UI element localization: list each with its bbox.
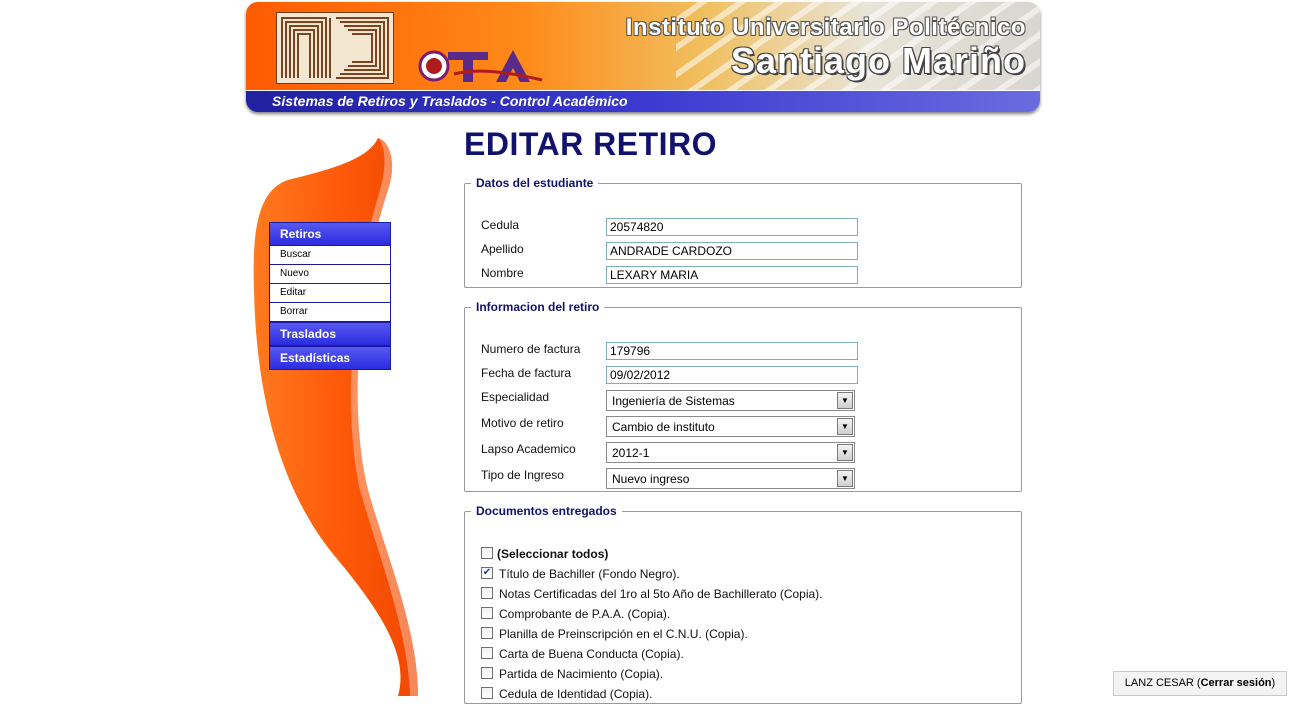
chevron-down-icon[interactable]: ▼	[837, 392, 853, 409]
ota-logo-icon	[418, 50, 543, 82]
fecha-label: Fecha de factura	[481, 366, 572, 380]
header-banner: Instituto Universitario Politécnico Sant…	[246, 2, 1040, 112]
menu-item-nuevo[interactable]: Nuevo	[269, 265, 391, 284]
student-legend: Datos del estudiante	[476, 176, 594, 190]
checkbox-icon[interactable]	[481, 667, 493, 679]
document-label: Cedula de Identidad (Copia).	[499, 687, 653, 701]
especialidad-select[interactable]: Ingeniería de Sistemas ▼	[606, 390, 855, 411]
side-menu: Retiros Buscar Nuevo Editar Borrar Trasl…	[269, 222, 391, 370]
menu-estadisticas[interactable]: Estadísticas	[269, 346, 391, 370]
menu-retiros[interactable]: Retiros	[269, 222, 391, 245]
menu-item-borrar[interactable]: Borrar	[269, 303, 391, 322]
select-all-label: (Seleccionar todos)	[497, 547, 609, 561]
institute-name-line2: Santiago Mariño	[730, 40, 1026, 81]
checkbox-icon[interactable]	[481, 687, 493, 699]
banner-subtitle-bar: Sistemas de Retiros y Traslados - Contro…	[246, 90, 1040, 112]
factura-field[interactable]	[606, 342, 858, 360]
lapso-label: Lapso Academico	[481, 442, 576, 456]
motivo-select[interactable]: Cambio de instituto ▼	[606, 416, 855, 437]
cedula-field[interactable]	[606, 218, 858, 236]
apellido-label: Apellido	[481, 242, 524, 256]
menu-item-editar[interactable]: Editar	[269, 284, 391, 303]
document-label: Partida de Nacimiento (Copia).	[499, 667, 664, 681]
especialidad-label: Especialidad	[481, 390, 550, 404]
document-label: Planilla de Preinscripción en el C.N.U. …	[499, 627, 748, 641]
select-all-checkbox[interactable]	[481, 547, 493, 559]
session-box: LANZ CESAR (Cerrar sesión)	[1113, 671, 1287, 696]
especialidad-value: Ingeniería de Sistemas	[612, 394, 735, 408]
documents-legend: Documentos entregados	[476, 504, 617, 518]
lapso-select[interactable]: 2012-1 ▼	[606, 442, 855, 463]
motivo-value: Cambio de instituto	[612, 420, 715, 434]
logout-link[interactable]: Cerrar sesión	[1201, 677, 1272, 689]
chevron-down-icon[interactable]: ▼	[837, 444, 853, 461]
chevron-down-icon[interactable]: ▼	[837, 418, 853, 435]
institute-logo-icon	[276, 12, 394, 84]
nombre-field[interactable]	[606, 266, 858, 284]
page-title: EDITAR RETIRO	[464, 126, 718, 162]
retiro-legend: Informacion del retiro	[476, 300, 600, 314]
tipo-ingreso-value: Nuevo ingreso	[612, 472, 690, 486]
institute-name-line1: Instituto Universitario Politécnico	[625, 14, 1026, 41]
apellido-field[interactable]	[606, 242, 858, 260]
checkbox-icon[interactable]	[481, 647, 493, 659]
document-label: Título de Bachiller (Fondo Negro).	[499, 567, 680, 581]
session-close-paren: )	[1271, 677, 1276, 689]
session-user: LANZ CESAR (	[1124, 677, 1201, 689]
lapso-value: 2012-1	[612, 446, 650, 460]
flame-decoration	[253, 138, 418, 696]
checkbox-icon[interactable]	[481, 587, 493, 599]
retiro-fieldset: Informacion del retiro Numero de factura…	[464, 300, 1022, 492]
fecha-field[interactable]	[606, 366, 858, 384]
chevron-down-icon[interactable]: ▼	[837, 470, 853, 487]
checkbox-icon[interactable]	[481, 627, 493, 639]
document-label: Comprobante de P.A.A. (Copia).	[499, 607, 671, 621]
checkbox-icon[interactable]	[481, 607, 493, 619]
motivo-label: Motivo de retiro	[481, 416, 564, 430]
student-fieldset: Datos del estudiante Cedula Apellido Nom…	[464, 176, 1022, 288]
nombre-label: Nombre	[481, 266, 524, 280]
checkbox-checked-icon[interactable]: ✔	[481, 567, 493, 579]
tipo-ingreso-select[interactable]: Nuevo ingreso ▼	[606, 468, 855, 489]
factura-label: Numero de factura	[481, 342, 581, 356]
document-label: Carta de Buena Conducta (Copia).	[499, 647, 684, 661]
menu-traslados[interactable]: Traslados	[269, 322, 391, 346]
cedula-label: Cedula	[481, 218, 520, 232]
tipo-ingreso-label: Tipo de Ingreso	[481, 468, 564, 482]
documents-fieldset: Documentos entregados (Seleccionar todos…	[464, 504, 1022, 704]
document-label: Notas Certificadas del 1ro al 5to Año de…	[499, 587, 823, 601]
menu-item-buscar[interactable]: Buscar	[269, 245, 391, 265]
banner-subtitle: Sistemas de Retiros y Traslados - Contro…	[272, 93, 628, 109]
